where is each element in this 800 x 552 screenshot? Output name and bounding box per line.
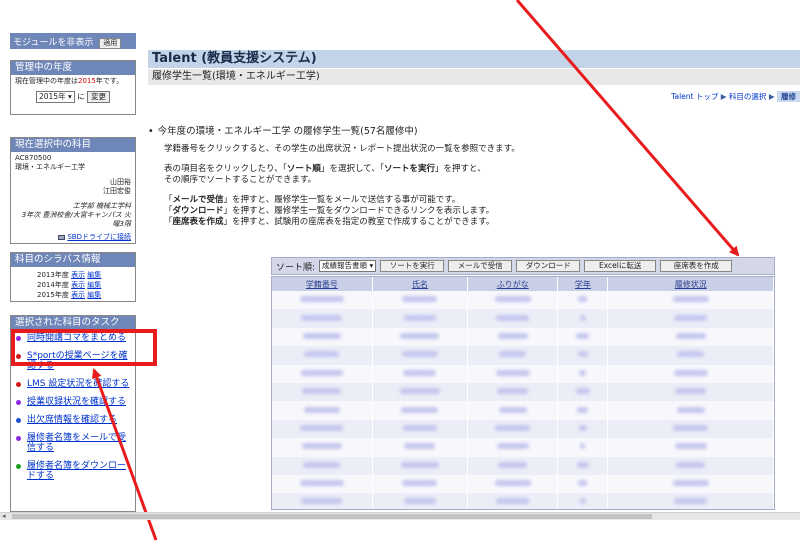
annotation-arrow-to-seating-button bbox=[515, 0, 740, 257]
annotation-arrows bbox=[92, 0, 740, 541]
page: { "sidebar": { "module_toggle": { "label… bbox=[0, 0, 800, 552]
scroll-left-icon[interactable]: ◂ bbox=[2, 512, 6, 520]
scrollbar-thumb[interactable] bbox=[12, 514, 652, 519]
horizontal-scrollbar[interactable]: ◂ bbox=[0, 512, 800, 520]
